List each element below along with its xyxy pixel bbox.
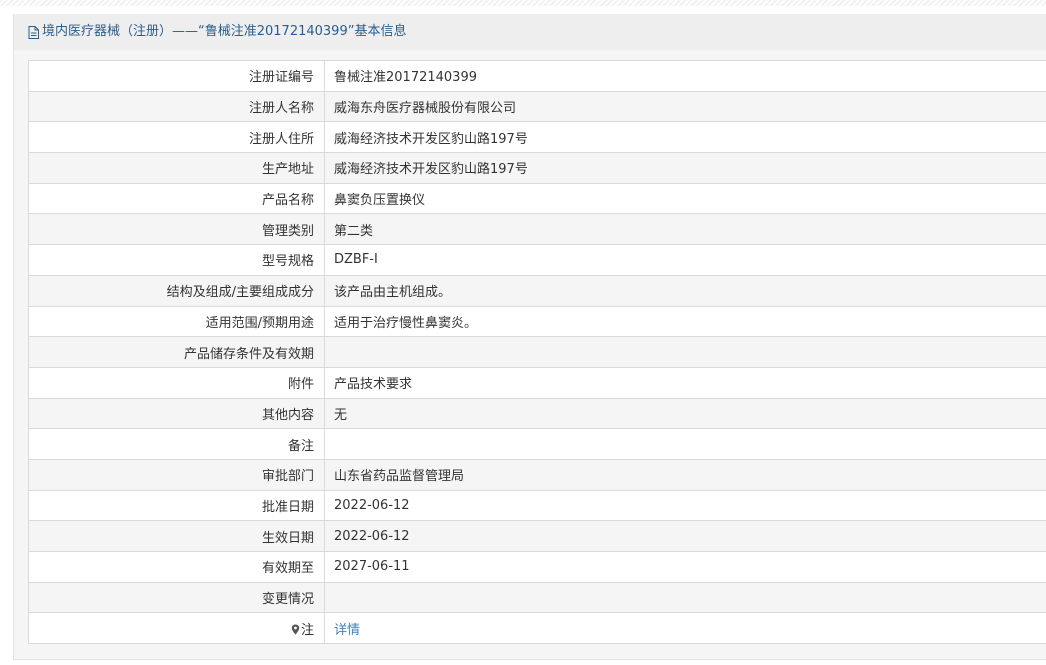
field-value: 山东省药品监督管理局 bbox=[324, 458, 1046, 491]
field-value: 鼻窦负压置换仪 bbox=[324, 182, 1046, 215]
field-value: 该产品由主机组成。 bbox=[324, 274, 1046, 307]
field-label: 生产地址 bbox=[28, 152, 325, 184]
field-label: 适用范围/预期用途 bbox=[28, 305, 325, 338]
field-label: 注册证编号 bbox=[28, 60, 325, 92]
field-value: 无 bbox=[324, 397, 1046, 430]
table-row: 产品储存条件及有效期 bbox=[28, 336, 1046, 368]
table-row: 适用范围/预期用途 适用于治疗慢性鼻窦炎。 bbox=[28, 305, 1046, 338]
field-value: 2027-06-11 bbox=[324, 551, 1046, 583]
field-value: 鲁械注准20172140399 bbox=[324, 60, 1046, 92]
info-table-container: 注册证编号 鲁械注准20172140399 注册人名称 威海东舟医疗器械股份有限公司注… bbox=[28, 60, 1046, 645]
field-value: 威海东舟医疗器械股份有限公司 bbox=[324, 90, 1046, 123]
field-value: DZBF-I bbox=[324, 244, 1046, 276]
note-label: 注 bbox=[300, 622, 314, 638]
field-label: 变更情况 bbox=[28, 581, 325, 614]
field-label: 批准日期 bbox=[28, 489, 325, 522]
field-value: 适用于治疗慢性鼻窦炎。 bbox=[324, 305, 1046, 338]
table-row: 审批部门 山东省药品监督管理局 bbox=[28, 458, 1046, 491]
table-row: 生效日期 2022-06-12 bbox=[28, 520, 1046, 552]
table-row: 批准日期 2022-06-12 bbox=[28, 489, 1046, 522]
field-value: 威海经济技术开发区豹山路197号 bbox=[324, 152, 1046, 184]
info-panel: 境内医疗器械（注册）——“鲁械注准20172140399”基本信息 注册证编号鲁… bbox=[13, 14, 1046, 660]
field-value: 2022-06-12 bbox=[324, 520, 1046, 552]
table-row: 有效期至 2027-06-11 bbox=[28, 551, 1046, 583]
field-value: 第二类 bbox=[324, 213, 1046, 246]
document-icon bbox=[28, 25, 39, 39]
table-row: 备注 bbox=[28, 428, 1046, 460]
note-label-cell: 注 bbox=[28, 612, 325, 645]
table-row: 管理类别 第二类 bbox=[28, 213, 1046, 246]
top-decorative-stripe bbox=[0, 0, 1046, 6]
field-value bbox=[324, 581, 1046, 614]
table-row: 附件 产品技术要求 bbox=[28, 366, 1046, 399]
field-value bbox=[324, 336, 1046, 368]
field-label: 生效日期 bbox=[28, 520, 325, 552]
field-value: 2022-06-12 bbox=[324, 489, 1046, 522]
field-label: 附件 bbox=[28, 366, 325, 399]
field-label: 产品储存条件及有效期 bbox=[28, 336, 325, 368]
table-row: 注册人名称 威海东舟医疗器械股份有限公司 bbox=[28, 90, 1046, 123]
table-row: 变更情况 bbox=[28, 581, 1046, 614]
table-row: 结构及组成/主要组成成分 该产品由主机组成。 bbox=[28, 274, 1046, 307]
field-label: 注册人住所 bbox=[28, 121, 325, 154]
field-label: 审批部门 bbox=[28, 458, 325, 491]
field-label: 其他内容 bbox=[28, 397, 325, 430]
table-row: 生产地址 威海经济技术开发区豹山路197号 bbox=[28, 152, 1046, 184]
page-title: 境内医疗器械（注册）——“鲁械注准20172140399”基本信息 bbox=[42, 24, 407, 39]
field-value: 威海经济技术开发区豹山路197号 bbox=[324, 121, 1046, 154]
table-row: 型号规格 DZBF-I bbox=[28, 244, 1046, 276]
table-row: 其他内容无 bbox=[28, 397, 1046, 430]
field-value bbox=[324, 428, 1046, 460]
field-label: 产品名称 bbox=[28, 182, 325, 215]
panel-header: 境内医疗器械（注册）——“鲁械注准20172140399”基本信息 bbox=[14, 14, 1046, 50]
field-label: 管理类别 bbox=[28, 213, 325, 246]
table-row: 产品名称 鼻窦负压置换仪 bbox=[28, 182, 1046, 215]
table-row: 注册证编号 鲁械注准20172140399 bbox=[28, 60, 1046, 92]
field-label: 备注 bbox=[28, 428, 325, 460]
field-label: 有效期至 bbox=[28, 551, 325, 583]
table-row: 注册人住所 威海经济技术开发区豹山路197号 bbox=[28, 121, 1046, 154]
info-table: 注册证编号 鲁械注准20172140399 注册人名称 威海东舟医疗器械股份有限公司注… bbox=[28, 60, 1046, 645]
details-link[interactable]: 详情 bbox=[334, 623, 360, 638]
field-label: 结构及组成/主要组成成分 bbox=[28, 274, 325, 307]
note-row: 注 详情 bbox=[28, 612, 1046, 645]
map-pin-icon bbox=[291, 624, 300, 635]
field-label: 注册人名称 bbox=[28, 90, 325, 123]
field-label: 型号规格 bbox=[28, 244, 325, 276]
field-value: 产品技术要求 bbox=[324, 366, 1046, 399]
note-value-cell: 详情 bbox=[324, 612, 1046, 645]
